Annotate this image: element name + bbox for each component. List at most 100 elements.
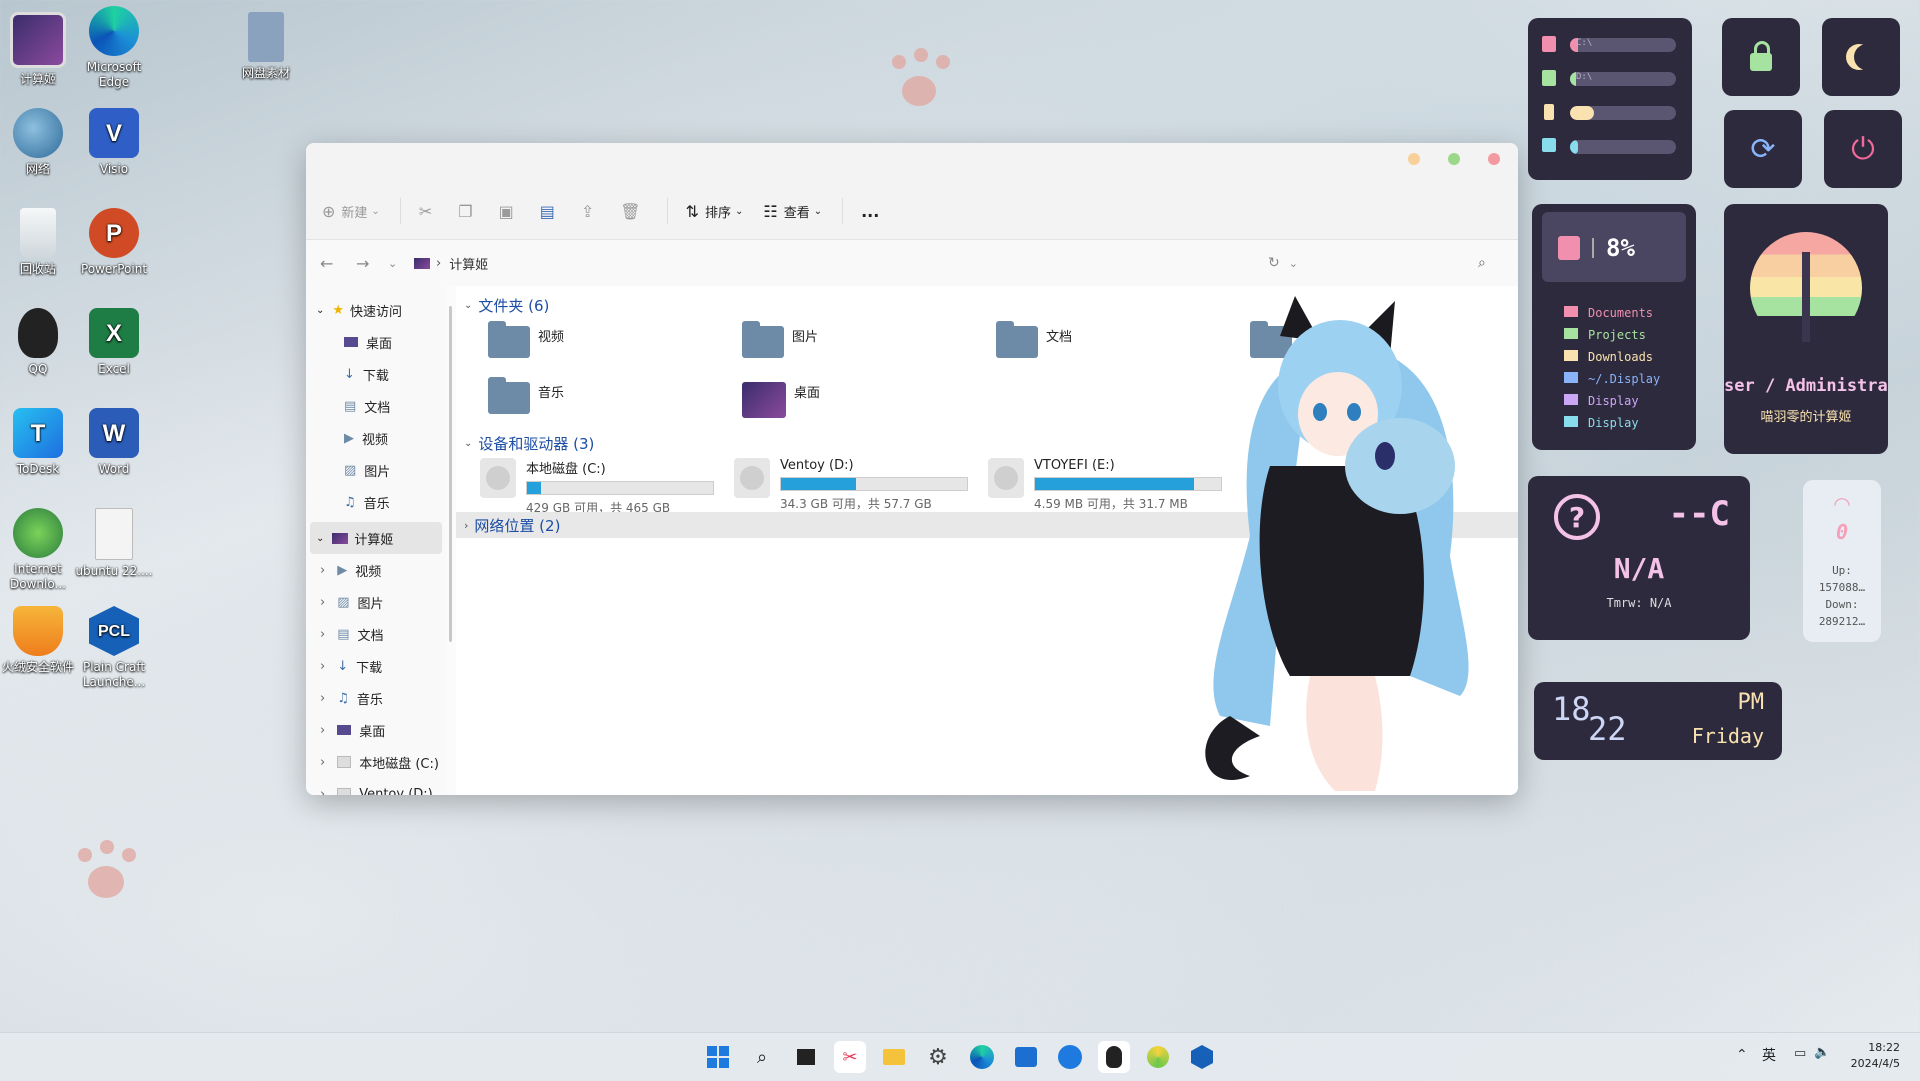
clock-tray[interactable]: 18:22 2024/4/5 (1851, 1040, 1900, 1072)
share-button[interactable]: ⇪ (581, 202, 600, 221)
power-button[interactable]: ⏻ (1824, 110, 1902, 188)
breadcrumb[interactable]: 计算姬 (449, 254, 488, 273)
nav-item-videos[interactable]: ▶ 视频 (306, 422, 446, 454)
lock-button[interactable] (1722, 18, 1800, 96)
anime-girl-illustration (1205, 296, 1469, 791)
desktop-icon-todesk[interactable]: T ToDesk (0, 408, 80, 477)
video-folder-icon (488, 321, 530, 358)
nav-item-pictures[interactable]: ▨ 图片 (306, 454, 446, 486)
shortcut-downloads[interactable]: Downloads (1564, 346, 1660, 368)
taskbar-snipping-tool[interactable]: ✂ (834, 1041, 866, 1073)
nav-item-music[interactable]: ♫ 音乐 (306, 486, 446, 518)
refresh-icon[interactable]: ↻ (1268, 255, 1280, 271)
task-view-button[interactable] (790, 1041, 822, 1073)
desktop-icon-excel[interactable]: X Excel (72, 308, 156, 377)
folders-group-header[interactable]: ⌄ 文件夹 (6) (464, 292, 549, 318)
scrollbar[interactable] (449, 306, 452, 642)
view-button[interactable]: ☷ 查看 ⌄ (763, 202, 822, 221)
powerpoint-icon: P (89, 208, 139, 258)
desktop-folder-icon (742, 382, 786, 418)
taskbar-store[interactable] (1010, 1041, 1042, 1073)
nav-item-documents[interactable]: ▤ 文档 (306, 390, 446, 422)
maximize-button[interactable] (1448, 153, 1460, 165)
cut-button[interactable]: ✂ (419, 202, 438, 221)
delete-button[interactable]: 🗑 (620, 202, 646, 221)
taskbar-file-explorer[interactable] (878, 1041, 910, 1073)
drives-group-header[interactable]: ⌄ 设备和驱动器 (3) (464, 430, 594, 456)
sort-button[interactable]: ⇅ 排序 ⌄ (686, 202, 744, 221)
chevron-down-icon[interactable]: ⌄ (1289, 257, 1298, 270)
nav-pc-videos[interactable]: › ▶ 视频 (306, 554, 446, 586)
nav-quick-access[interactable]: ⌄ ★ 快速访问 (306, 294, 446, 326)
folder-desktop[interactable]: 桌面 (742, 382, 820, 418)
taskbar-edge[interactable] (966, 1041, 998, 1073)
desktop-icon-recycle-bin[interactable]: 回收站 (0, 208, 80, 277)
shortcut-display-1[interactable]: Display (1564, 390, 1660, 412)
nav-pc-drive-c[interactable]: › 本地磁盘 (C:) (306, 746, 446, 778)
taskbar-settings[interactable]: ⚙ (922, 1041, 954, 1073)
volume-icon[interactable]: 🔈 (1814, 1045, 1830, 1060)
paste-button[interactable]: ▣ (499, 202, 520, 221)
nav-pc-downloads[interactable]: › ↓ 下载 (306, 650, 446, 682)
shortcut-display-2[interactable]: Display (1564, 412, 1660, 434)
more-button[interactable]: ... (861, 202, 879, 221)
nav-pc-desktop[interactable]: › 桌面 (306, 714, 446, 746)
desktop-icon-file[interactable]: 网盘素材 (224, 12, 308, 81)
desktop-icon-visio[interactable]: V Visio (72, 108, 156, 177)
desktop-icon-pcl[interactable]: PCL Plain Craft Launche... (72, 606, 156, 690)
desktop-icon-network[interactable]: 网络 (0, 108, 80, 177)
taskbar-qq[interactable] (1098, 1041, 1130, 1073)
folder-pictures[interactable]: 图片 (742, 321, 818, 358)
avatar (1750, 232, 1862, 344)
folder-music[interactable]: 音乐 (488, 377, 564, 414)
back-icon[interactable]: ← (320, 254, 333, 273)
desktop-icon-ubuntu[interactable]: ubuntu 22.... (72, 508, 156, 579)
nav-pc-music[interactable]: › ♫ 音乐 (306, 682, 446, 714)
desktop-icon-computer[interactable]: 计算姬 (0, 12, 80, 87)
desktop-icon-powerpoint[interactable]: P PowerPoint (72, 208, 156, 277)
document-icon: ▤ (337, 626, 350, 642)
nav-pc-documents[interactable]: › ▤ 文档 (306, 618, 446, 650)
rename-icon: ▤ (539, 201, 555, 221)
nav-this-pc[interactable]: ⌄ 计算姬 (310, 522, 442, 554)
minimize-button[interactable] (1408, 153, 1420, 165)
nav-item-desktop[interactable]: 桌面 (306, 326, 446, 358)
shortcut-documents[interactable]: Documents (1564, 302, 1660, 324)
taskbar-pcl[interactable] (1186, 1041, 1218, 1073)
shortcut-display-config[interactable]: ~/.Display (1564, 368, 1660, 390)
drive-c[interactable]: 本地磁盘 (C:) 429 GB 可用，共 465 GB (480, 458, 714, 516)
drive-d-bar: D:\ (1570, 72, 1676, 86)
drive-d[interactable]: Ventoy (D:) 34.3 GB 可用，共 57.7 GB (734, 458, 968, 512)
excel-icon: X (89, 308, 139, 358)
wifi-icon: ◠ (1833, 492, 1851, 516)
input-method-indicator[interactable]: 英 (1762, 1045, 1776, 1065)
taskbar-todesk[interactable] (1054, 1041, 1086, 1073)
desktop-icon-idm[interactable]: Internet Downlo... (0, 508, 80, 592)
new-button[interactable]: ⊕ 新建 ⌄ (322, 202, 380, 221)
search-icon[interactable]: ⌕ (1478, 255, 1486, 271)
desktop-icon-word[interactable]: W Word (72, 408, 156, 477)
shortcut-projects[interactable]: Projects (1564, 324, 1660, 346)
show-hidden-icons-button[interactable]: ⌃ (1736, 1047, 1748, 1063)
taskbar-app-green[interactable] (1142, 1041, 1174, 1073)
copy-button[interactable]: ❐ (458, 202, 478, 221)
folder-videos[interactable]: 视频 (488, 321, 564, 358)
pcl-icon (1191, 1045, 1213, 1069)
sleep-button[interactable] (1822, 18, 1900, 96)
restart-button[interactable]: ⟳ (1724, 110, 1802, 188)
rename-button[interactable]: ▤ (540, 202, 561, 221)
recent-locations-icon[interactable]: ⌄ (388, 257, 397, 270)
close-button[interactable] (1488, 153, 1500, 165)
search-button[interactable]: ⌕ (746, 1041, 778, 1073)
nav-pc-drive-d[interactable]: › Ventoy (D:) (306, 778, 446, 795)
folder-documents[interactable]: 文档 (996, 321, 1072, 358)
nav-pc-pictures[interactable]: › ▨ 图片 (306, 586, 446, 618)
nav-item-downloads[interactable]: ↓ 下载 (306, 358, 446, 390)
desktop-icon-edge[interactable]: Microsoft Edge (72, 6, 156, 90)
network-status-icon[interactable]: ▭ (1794, 1046, 1806, 1061)
forward-icon[interactable]: → (356, 254, 369, 273)
desktop-icon-qq[interactable]: QQ (0, 308, 80, 377)
address-bar[interactable]: › 计算姬 ⌄ (414, 248, 1298, 278)
start-button[interactable] (702, 1041, 734, 1073)
desktop-icon-huorong[interactable]: 火绒安全软件 (0, 606, 80, 675)
